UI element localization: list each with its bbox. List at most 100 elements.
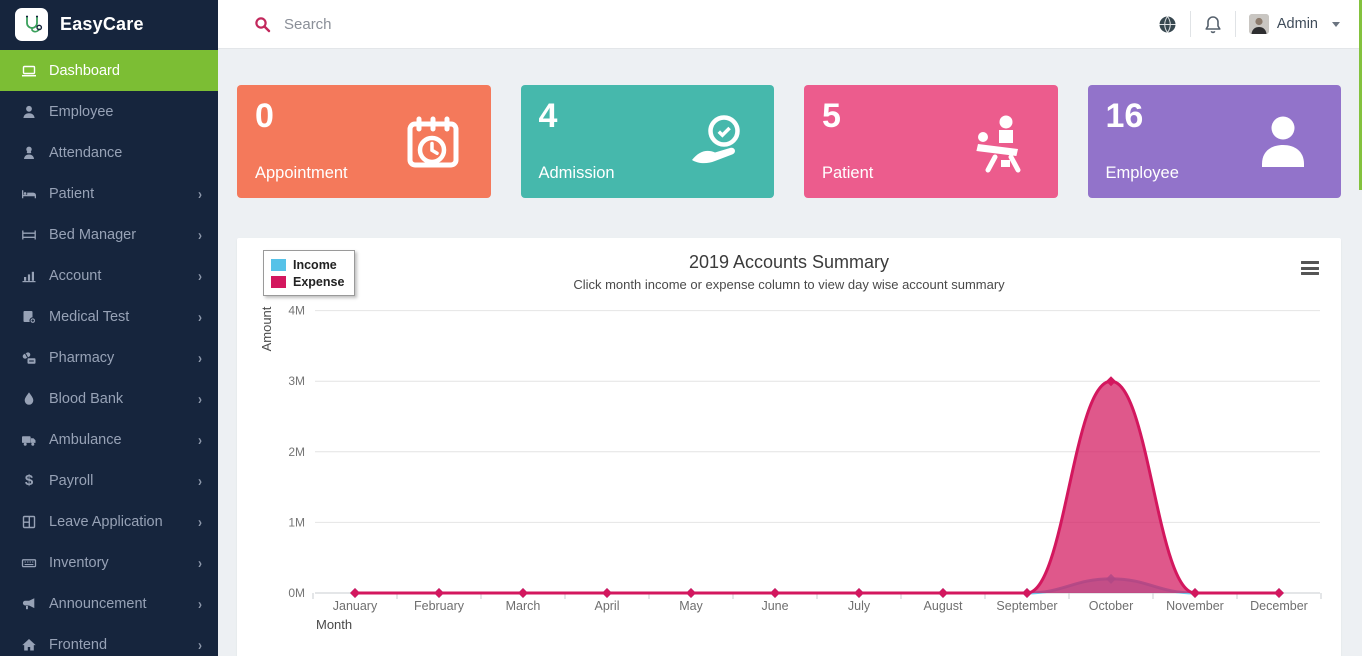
chart-subtitle: Click month income or expense column to … [237, 277, 1341, 292]
sidebar-item-label: Employee [49, 104, 113, 120]
stat-label: Patient [822, 164, 873, 183]
bell-icon[interactable] [1204, 15, 1222, 34]
x-tick-label: September [996, 599, 1057, 613]
chevron-right-icon: › [198, 554, 202, 571]
dollar-icon: $ [25, 472, 33, 489]
expense-point[interactable] [1274, 588, 1284, 598]
x-tick-label: December [1250, 599, 1308, 613]
medical-book-icon [21, 309, 37, 325]
expense-point[interactable] [602, 588, 612, 598]
sidebar-item-ambulance[interactable]: Ambulance› [0, 419, 218, 460]
chevron-right-icon: › [198, 636, 202, 653]
pharmacy-icon [21, 350, 37, 366]
chevron-right-icon: › [198, 308, 202, 325]
sidebar-item-attendance[interactable]: Attendance [0, 132, 218, 173]
admin-label: Admin [1277, 16, 1318, 32]
x-tick-label: February [414, 599, 465, 613]
person-icon [1251, 111, 1315, 173]
chart-legend: Income Expense [263, 250, 355, 296]
sidebar-item-label: Bed Manager [49, 227, 136, 243]
y-axis-title: Amount [259, 306, 274, 351]
patient-care-icon [968, 111, 1032, 173]
divider [1190, 11, 1191, 37]
y-tick-label: 3M [288, 374, 305, 388]
sidebar-item-label: Frontend [49, 637, 107, 653]
brand-name: EasyCare [60, 14, 144, 35]
sidebar-item-pharmacy[interactable]: Pharmacy› [0, 337, 218, 378]
chevron-right-icon: › [198, 431, 202, 448]
x-tick-label: March [506, 599, 541, 613]
legend-label: Income [293, 258, 337, 272]
sidebar-item-announcement[interactable]: Announcement› [0, 583, 218, 624]
user-icon [21, 104, 37, 120]
chevron-right-icon: › [198, 185, 202, 202]
megaphone-icon [21, 596, 37, 612]
sidebar-item-blood-bank[interactable]: Blood Bank› [0, 378, 218, 419]
stat-card-admission[interactable]: 4Admission [521, 85, 775, 198]
expense-point[interactable] [854, 588, 864, 598]
sidebar-item-label: Leave Application [49, 514, 163, 530]
stat-card-appointment[interactable]: 0Appointment [237, 85, 491, 198]
x-tick-label: November [1166, 599, 1224, 613]
sidebar-item-medical-test[interactable]: Medical Test› [0, 296, 218, 337]
legend-item-expense[interactable]: Expense [271, 273, 344, 290]
y-tick-label: 4M [288, 304, 305, 318]
globe-icon[interactable] [1158, 15, 1177, 34]
calendar-clock-icon [401, 111, 465, 173]
blood-drop-icon [21, 391, 37, 407]
inventory-icon [21, 555, 37, 571]
chevron-right-icon: › [198, 267, 202, 284]
easycare-logo-icon [15, 8, 48, 41]
sidebar-item-patient[interactable]: Patient› [0, 173, 218, 214]
sidebar-item-leave-application[interactable]: Leave Application› [0, 501, 218, 542]
search-icon[interactable] [254, 16, 271, 33]
sidebar-item-bed-manager[interactable]: Bed Manager› [0, 214, 218, 255]
stat-card-patient[interactable]: 5Patient [804, 85, 1058, 198]
sidebar-item-label: Payroll [49, 473, 93, 489]
sidebar-item-inventory[interactable]: Inventory › [0, 542, 218, 583]
legend-item-income[interactable]: Income [271, 256, 344, 273]
x-axis-title: Month [316, 617, 352, 632]
x-tick-label: July [848, 599, 871, 613]
chevron-right-icon: › [198, 472, 202, 489]
sidebar-item-account[interactable]: Account› [0, 255, 218, 296]
x-tick-label: April [594, 599, 619, 613]
sidebar-item-frontend[interactable]: Frontend › [0, 624, 218, 656]
expense-point[interactable] [518, 588, 528, 598]
search-bar [254, 0, 604, 48]
bed-icon [21, 227, 37, 243]
accounts-summary-chart[interactable]: 0M1M2M3M4MJanuaryFebruaryMarchAprilMayJu… [237, 298, 1341, 656]
search-input[interactable] [284, 16, 604, 33]
ambulance-icon [21, 432, 37, 448]
expense-point[interactable] [938, 588, 948, 598]
laptop-icon [21, 63, 37, 79]
stat-label: Admission [539, 164, 615, 183]
stat-card-employee[interactable]: 16Employee [1088, 85, 1342, 198]
brand[interactable]: EasyCare [0, 0, 218, 49]
chart-title: 2019 Accounts Summary [237, 238, 1341, 273]
expense-point[interactable] [1190, 588, 1200, 598]
y-tick-label: 2M [288, 445, 305, 459]
expense-area[interactable] [355, 381, 1279, 593]
legend-label: Expense [293, 275, 344, 289]
expense-point[interactable] [770, 588, 780, 598]
expense-point[interactable] [434, 588, 444, 598]
leave-form-icon [21, 514, 37, 530]
x-tick-label: August [924, 599, 963, 613]
sidebar-item-employee[interactable]: Employee [0, 91, 218, 132]
expense-point[interactable] [350, 588, 360, 598]
chart-menu-icon[interactable] [1301, 261, 1319, 278]
expense-point[interactable] [1022, 588, 1032, 598]
sidebar-item-payroll[interactable]: $ Payroll › [0, 460, 218, 501]
home-icon [21, 637, 37, 653]
topbar: Admin [218, 0, 1362, 49]
topbar-actions: Admin [1158, 0, 1340, 48]
accounts-summary-panel: Income Expense 2019 Accounts Summary Clic… [237, 238, 1341, 656]
stat-label: Appointment [255, 164, 348, 183]
sidebar-item-label: Inventory [49, 555, 109, 571]
chevron-right-icon: › [198, 349, 202, 366]
admin-menu[interactable]: Admin [1249, 14, 1340, 34]
sidebar-item-dashboard[interactable]: Dashboard [0, 50, 218, 91]
expense-point[interactable] [686, 588, 696, 598]
stat-cards: 0Appointment 4Admission 5Patient 16Employee [237, 85, 1341, 198]
